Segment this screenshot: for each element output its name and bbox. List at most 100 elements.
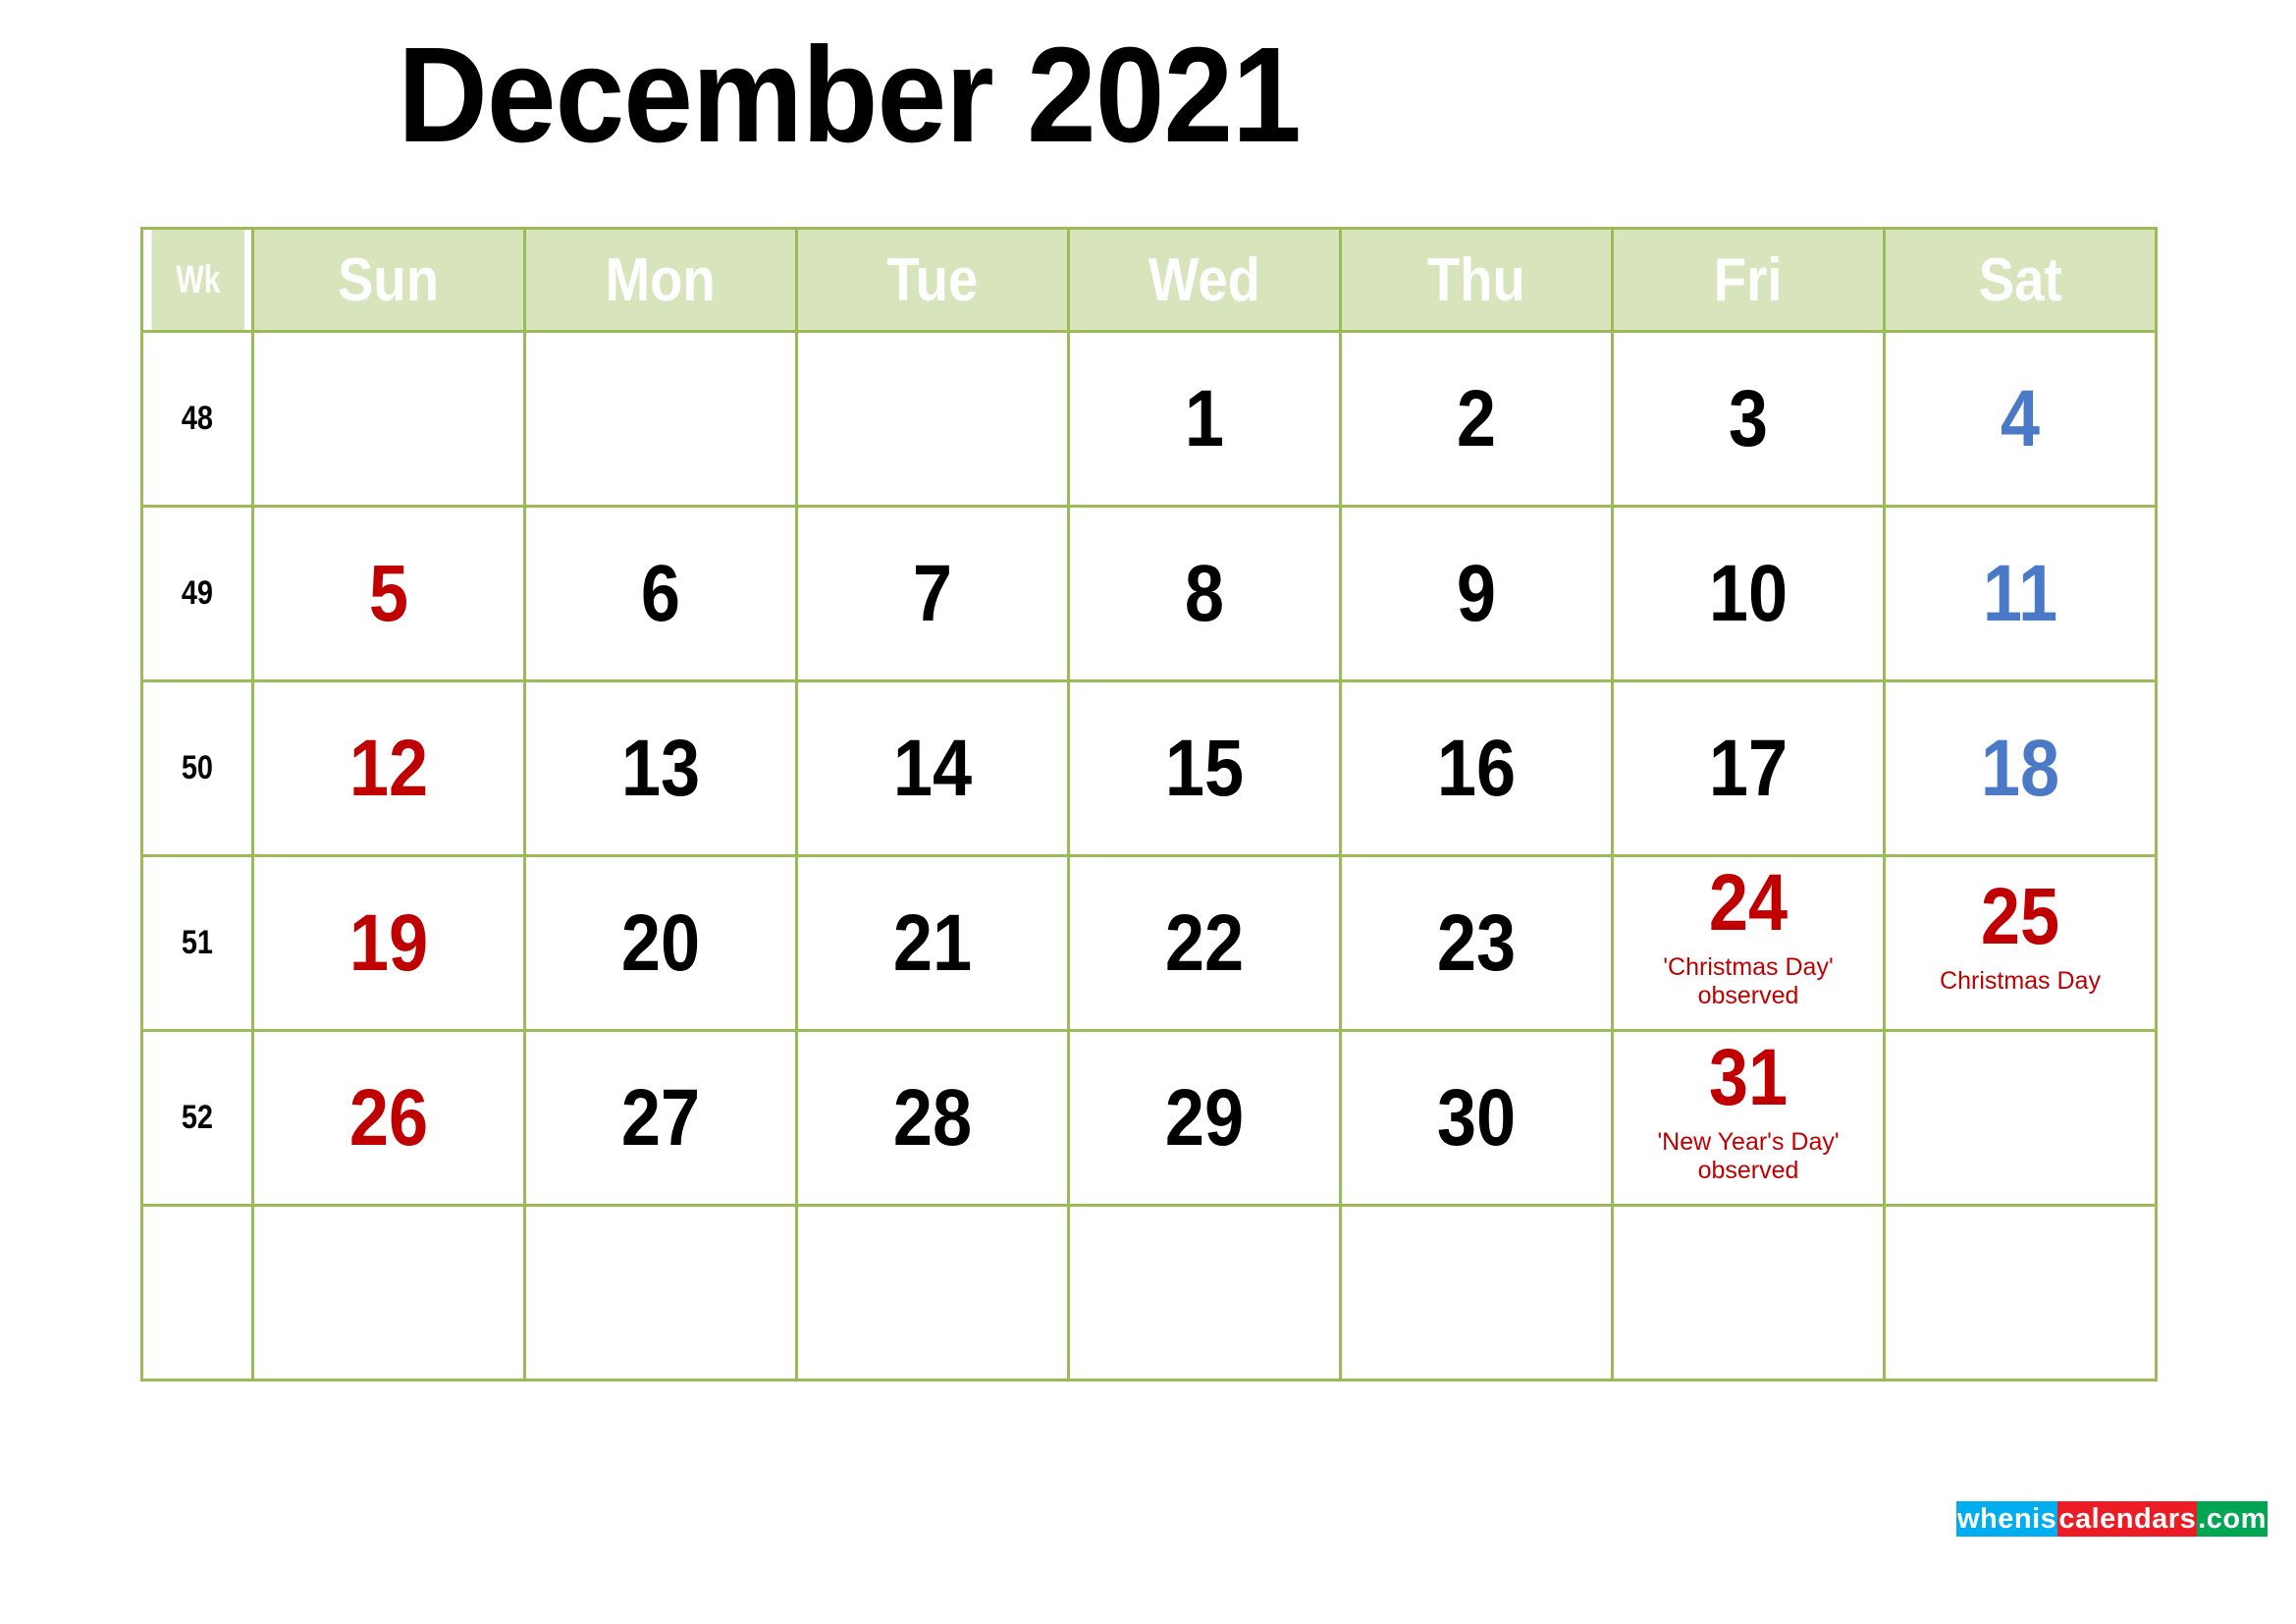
- day-cell[interactable]: [1067, 1204, 1342, 1381]
- day-number: 20: [620, 897, 701, 988]
- calendar-week-row: 48 1 2 3 4: [140, 330, 2158, 508]
- day-cell[interactable]: 27: [523, 1029, 798, 1207]
- day-number: 10: [1708, 548, 1789, 638]
- calendar-body: 48 1 2 3 4 49 5 6 7 8 9 10 11 50 12 13 14 15 16 17 18 51 19 20 2…: [140, 330, 2158, 1381]
- day-cell[interactable]: [1883, 1029, 2158, 1207]
- week-number-label: 50: [181, 749, 214, 786]
- calendar-week-row: [140, 1204, 2158, 1381]
- day-cell[interactable]: 9: [1339, 505, 1614, 682]
- week-number-cell: 51: [140, 854, 254, 1032]
- day-cell[interactable]: 26: [251, 1029, 526, 1207]
- header-sat: Sat: [1883, 227, 2158, 333]
- day-cell[interactable]: 1: [1067, 330, 1342, 508]
- header-week-label: Wk: [175, 257, 220, 301]
- week-number-label: 51: [181, 924, 214, 961]
- page-title: December 2021: [398, 20, 1302, 171]
- day-number: 15: [1164, 723, 1245, 813]
- header-fri-label: Fri: [1714, 245, 1783, 314]
- header-fri: Fri: [1611, 227, 1886, 333]
- day-cell[interactable]: 31 'New Year's Day' observed: [1611, 1029, 1886, 1207]
- day-cell[interactable]: [251, 330, 526, 508]
- day-cell[interactable]: 28: [795, 1029, 1070, 1207]
- day-cell[interactable]: 20: [523, 854, 798, 1032]
- day-cell[interactable]: 17: [1611, 679, 1886, 857]
- header-tue: Tue: [795, 227, 1070, 333]
- day-cell[interactable]: 24 'Christmas Day' observed: [1611, 854, 1886, 1032]
- day-cell[interactable]: [523, 330, 798, 508]
- day-cell[interactable]: [523, 1204, 798, 1381]
- day-holiday-note: 'Christmas Day' observed: [1663, 952, 1834, 1009]
- day-number: 27: [620, 1072, 701, 1163]
- day-cell[interactable]: 16: [1339, 679, 1614, 857]
- day-cell[interactable]: [1339, 1204, 1614, 1381]
- day-number: 6: [640, 548, 681, 638]
- day-number: 9: [1456, 548, 1497, 638]
- day-cell[interactable]: [795, 1204, 1070, 1381]
- day-number: 30: [1436, 1072, 1517, 1163]
- day-cell[interactable]: 7: [795, 505, 1070, 682]
- header-row: Wk Sun Mon Tue Wed Thu Fri Sat: [142, 227, 2158, 333]
- header-thu-label: Thu: [1427, 245, 1525, 314]
- header-mon-label: Mon: [605, 245, 717, 314]
- day-number: 19: [348, 897, 429, 988]
- day-number: 28: [892, 1072, 973, 1163]
- calendar-grid: Wk Sun Mon Tue Wed Thu Fri Sat 48 1 2 3 4 49 5…: [140, 227, 2158, 1381]
- site-logo[interactable]: whenis calendars .com: [1956, 1501, 2268, 1537]
- header-wed-label: Wed: [1148, 245, 1261, 314]
- week-number-label: 49: [181, 574, 214, 612]
- day-cell[interactable]: 21: [795, 854, 1070, 1032]
- logo-part-com: .com: [2197, 1501, 2268, 1537]
- day-cell[interactable]: 29: [1067, 1029, 1342, 1207]
- header-wed: Wed: [1067, 227, 1342, 333]
- day-cell[interactable]: 2: [1339, 330, 1614, 508]
- calendar-week-row: 49 5 6 7 8 9 10 11: [140, 505, 2158, 682]
- day-cell[interactable]: 10: [1611, 505, 1886, 682]
- day-number: 29: [1164, 1072, 1245, 1163]
- header-sat-label: Sat: [1978, 245, 2062, 314]
- day-number: 11: [1982, 548, 2058, 638]
- calendar-header: Wk Sun Mon Tue Wed Thu Fri Sat: [142, 227, 2158, 333]
- day-number: 1: [1184, 373, 1225, 463]
- day-cell[interactable]: 4: [1883, 330, 2158, 508]
- day-number: 25: [1980, 872, 2060, 962]
- day-cell[interactable]: 5: [251, 505, 526, 682]
- day-cell[interactable]: 23: [1339, 854, 1614, 1032]
- day-cell[interactable]: [795, 330, 1070, 508]
- logo-part-calendars: calendars: [2057, 1501, 2198, 1537]
- day-cell[interactable]: 3: [1611, 330, 1886, 508]
- header-tue-label: Tue: [886, 245, 979, 314]
- day-cell[interactable]: 13: [523, 679, 798, 857]
- day-holiday-note: Christmas Day: [1940, 967, 2101, 996]
- day-cell[interactable]: 14: [795, 679, 1070, 857]
- header-mon: Mon: [523, 227, 798, 333]
- day-cell[interactable]: [1611, 1204, 1886, 1381]
- day-number: 13: [620, 723, 701, 813]
- calendar-week-row: 51 19 20 21 22 23 24 'Christmas Day' observed 25…: [140, 854, 2158, 1032]
- day-number: 2: [1456, 373, 1497, 463]
- day-cell[interactable]: [251, 1204, 526, 1381]
- day-number: 4: [2000, 373, 2041, 463]
- day-number: 24: [1708, 857, 1789, 947]
- day-number: 23: [1436, 897, 1517, 988]
- day-cell[interactable]: 25 Christmas Day: [1883, 854, 2158, 1032]
- day-cell[interactable]: 15: [1067, 679, 1342, 857]
- day-cell[interactable]: [1883, 1204, 2158, 1381]
- day-cell[interactable]: 30: [1339, 1029, 1614, 1207]
- header-week-number: Wk: [148, 227, 246, 333]
- day-cell[interactable]: 22: [1067, 854, 1342, 1032]
- day-number: 22: [1164, 897, 1245, 988]
- day-number: 7: [912, 548, 953, 638]
- header-thu: Thu: [1339, 227, 1614, 333]
- day-cell[interactable]: 6: [523, 505, 798, 682]
- logo-part-whenis: whenis: [1956, 1501, 2058, 1537]
- day-number: 17: [1708, 723, 1789, 813]
- day-cell[interactable]: 12: [251, 679, 526, 857]
- day-number: 14: [892, 723, 973, 813]
- week-number-cell: 52: [140, 1029, 254, 1207]
- day-cell[interactable]: 11: [1883, 505, 2158, 682]
- week-number-cell: 49: [140, 505, 254, 682]
- day-cell[interactable]: 19: [251, 854, 526, 1032]
- calendar-week-row: 50 12 13 14 15 16 17 18: [140, 679, 2158, 857]
- day-cell[interactable]: 8: [1067, 505, 1342, 682]
- day-cell[interactable]: 18: [1883, 679, 2158, 857]
